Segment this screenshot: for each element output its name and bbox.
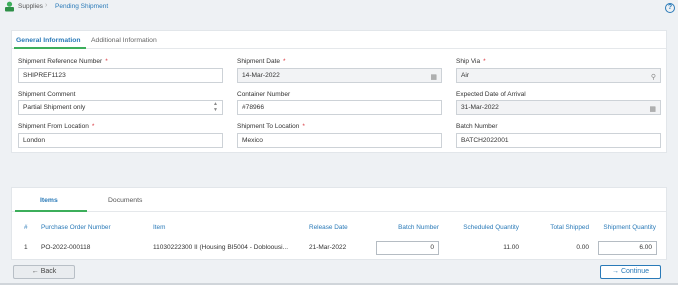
from-location-label: Shipment From Location *	[18, 123, 95, 130]
po-number[interactable]: PO-2022-000118	[41, 244, 90, 251]
shipment-comment-field[interactable]: Partial Shipment only ▲ ▼	[18, 100, 223, 115]
shipment-info-card: General Information Additional Informati…	[11, 30, 667, 153]
continue-button[interactable]: → Continue	[600, 265, 661, 279]
back-button[interactable]: ← Back	[13, 265, 75, 279]
supplies-app-icon[interactable]	[4, 1, 15, 12]
col-header-num: #	[24, 224, 28, 231]
breadcrumb-current: Pending Shipment	[55, 3, 109, 10]
shipment-date-label: Shipment Date *	[237, 58, 286, 65]
shipment-date-field[interactable]: 14-Mar-2022 ▦	[237, 68, 442, 83]
batch-number-input[interactable]: 0	[376, 241, 439, 255]
shipment-quantity-input[interactable]: 6.00	[598, 241, 657, 255]
search-icon[interactable]: ⚲	[651, 71, 656, 84]
col-header-po: Purchase Order Number	[41, 224, 111, 231]
shipment-comment-label: Shipment Comment	[18, 91, 76, 98]
back-button-label: Back	[40, 268, 57, 275]
items-table-header: # Purchase Order Number Item Release Dat…	[12, 222, 666, 234]
release-date: 21-Mar-2022	[309, 244, 347, 251]
col-header-scheduled-qty: Scheduled Quantity	[463, 224, 519, 231]
col-header-total-shipped: Total Shipped	[550, 224, 589, 231]
tab-items[interactable]: Items	[40, 197, 58, 204]
breadcrumb-chevron-icon: ›	[45, 2, 48, 9]
shipment-comment-value: Partial Shipment only	[23, 104, 86, 111]
batch-number-field[interactable]: BATCH2022001	[456, 133, 661, 148]
textarea-resize-icon[interactable]: ▲ ▼	[213, 101, 218, 113]
batch-number-label: Batch Number	[456, 123, 498, 130]
info-tabs: General Information Additional Informati…	[12, 31, 666, 49]
col-header-release-date: Release Date	[309, 224, 348, 231]
calendar-icon[interactable]: ▦	[649, 103, 656, 116]
tab-additional-information[interactable]: Additional Information	[91, 37, 157, 44]
tab-documents[interactable]: Documents	[108, 197, 142, 204]
expected-arrival-value: 31-Mar-2022	[461, 104, 499, 111]
scheduled-quantity: 11.00	[503, 244, 519, 251]
ship-via-field[interactable]: Air ⚲	[456, 68, 661, 83]
col-header-batch-number: Batch Number	[398, 224, 439, 231]
col-header-item: Item	[153, 224, 166, 231]
arrow-right-icon: →	[612, 268, 619, 275]
container-number-label: Container Number	[237, 91, 291, 98]
items-card: Items Documents # Purchase Order Number …	[11, 187, 667, 260]
container-number-field[interactable]: #78966	[237, 100, 442, 115]
total-shipped: 0.00	[576, 244, 589, 251]
from-location-field[interactable]: London	[18, 133, 223, 148]
arrow-left-icon: ←	[31, 268, 39, 275]
shipment-ref-field[interactable]: SHIPREF1123	[18, 68, 223, 83]
active-tab-indicator	[15, 210, 87, 212]
help-icon[interactable]: ?	[665, 3, 675, 13]
row-number: 1	[24, 244, 28, 251]
ship-via-label: Ship Via *	[456, 58, 486, 65]
to-location-label: Shipment To Location *	[237, 123, 305, 130]
expected-arrival-field[interactable]: 31-Mar-2022 ▦	[456, 100, 661, 115]
tab-general-information[interactable]: General Information	[16, 37, 81, 44]
expected-arrival-label: Expected Date of Arrival	[456, 91, 526, 98]
ship-via-value: Air	[461, 72, 470, 79]
to-location-field[interactable]: Mexico	[237, 133, 442, 148]
active-tab-indicator	[14, 47, 86, 49]
items-tabs: Items Documents	[12, 188, 666, 212]
breadcrumb-supplies[interactable]: Supplies	[18, 3, 43, 10]
shipment-ref-label: Shipment Reference Number *	[18, 58, 108, 65]
continue-button-label: Continue	[620, 268, 649, 275]
col-header-shipment-qty: Shipment Quantity	[603, 224, 656, 231]
top-bar: Supplies › Pending Shipment ?	[0, 0, 678, 14]
shipment-date-value: 14-Mar-2022	[242, 72, 280, 79]
item-name: 11030222300 II (Housing BI5004 - Dobloou…	[153, 244, 289, 251]
calendar-icon[interactable]: ▦	[430, 71, 437, 84]
